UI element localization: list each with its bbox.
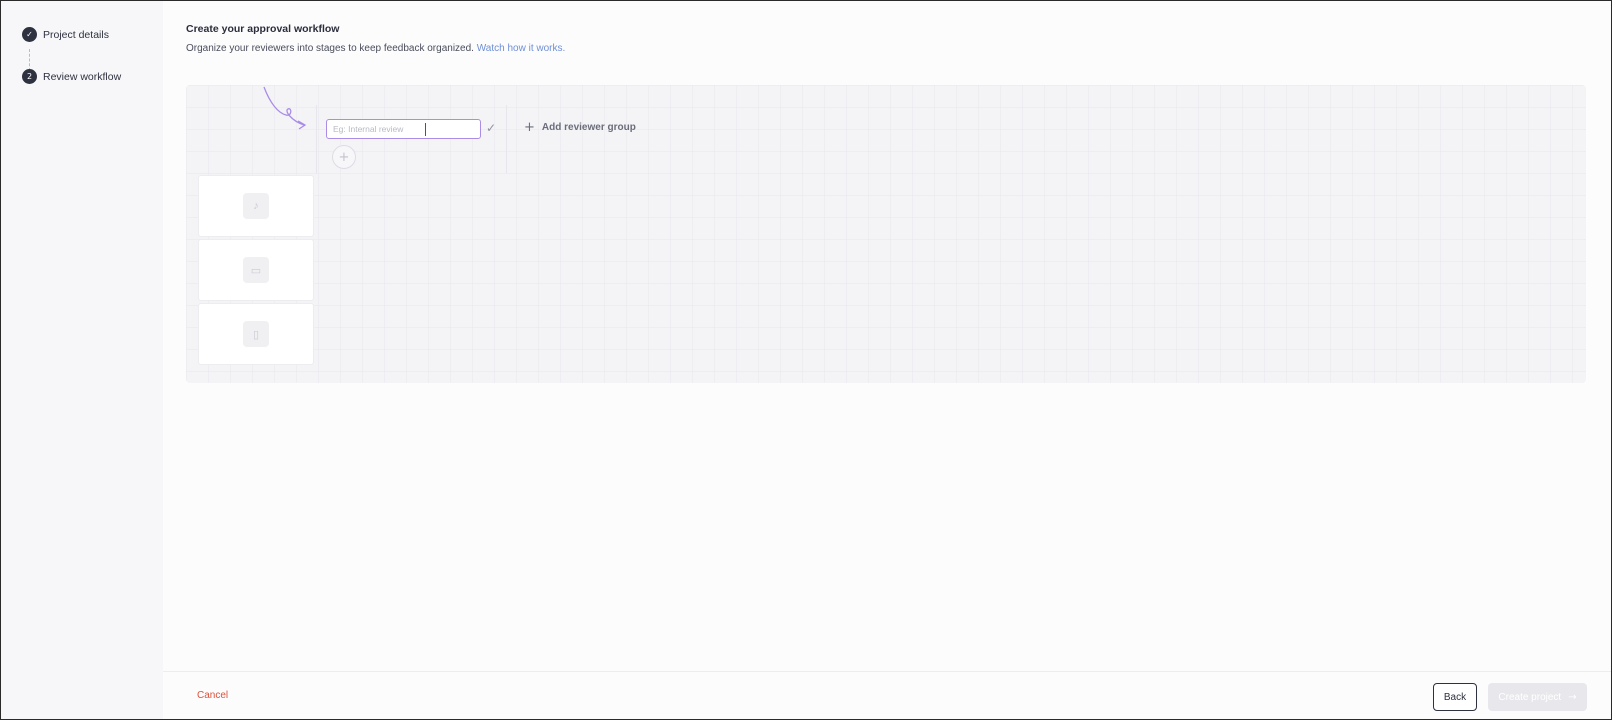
- stepper-sidebar: ✓ Project details 2 Review workflow: [1, 1, 163, 719]
- step-review-workflow[interactable]: 2 Review workflow: [22, 69, 121, 84]
- step-label: Project details: [43, 28, 109, 41]
- page-subtitle: Organize your reviewers into stages to k…: [186, 43, 565, 54]
- music-note-icon: ♪: [243, 193, 269, 219]
- subtitle-text: Organize your reviewers into stages to k…: [186, 43, 474, 54]
- video-camera-icon: ▭: [243, 257, 269, 283]
- media-card-document: ▯: [198, 303, 314, 365]
- stage-name-input[interactable]: [326, 119, 481, 139]
- footer-bar: Cancel Back Create project →: [163, 671, 1611, 719]
- media-card-video: ▭: [198, 239, 314, 301]
- document-icon: ▯: [243, 321, 269, 347]
- stage-divider: [506, 105, 507, 173]
- cancel-button[interactable]: Cancel: [197, 690, 228, 701]
- step-label: Review workflow: [43, 70, 122, 83]
- step-project-details[interactable]: ✓ Project details: [22, 27, 109, 42]
- workflow-canvas: ✓ + + Add reviewer group ♪ ▭ ▯: [186, 85, 1586, 383]
- check-icon: ✓: [22, 27, 37, 42]
- main-content: Create your approval workflow Organize y…: [163, 1, 1611, 719]
- add-reviewer-button[interactable]: +: [332, 145, 356, 169]
- add-reviewer-group-label: Add reviewer group: [541, 122, 636, 133]
- stage-divider: [316, 105, 317, 173]
- step-connector: [29, 49, 30, 71]
- step-number-badge: 2: [22, 69, 37, 84]
- watch-how-it-works-link[interactable]: Watch how it works.: [477, 43, 566, 54]
- plus-icon: +: [524, 120, 535, 135]
- create-project-label: Create project: [1498, 691, 1562, 703]
- text-cursor: [425, 123, 426, 136]
- add-reviewer-group-button[interactable]: + Add reviewer group: [524, 120, 636, 135]
- confirm-check-icon[interactable]: ✓: [486, 121, 496, 135]
- back-button[interactable]: Back: [1433, 683, 1477, 711]
- create-project-button[interactable]: Create project →: [1488, 683, 1587, 711]
- hint-arrow-icon: [263, 86, 307, 130]
- media-card-audio: ♪: [198, 175, 314, 237]
- arrow-right-icon: →: [1568, 691, 1577, 703]
- page-title: Create your approval workflow: [186, 23, 340, 35]
